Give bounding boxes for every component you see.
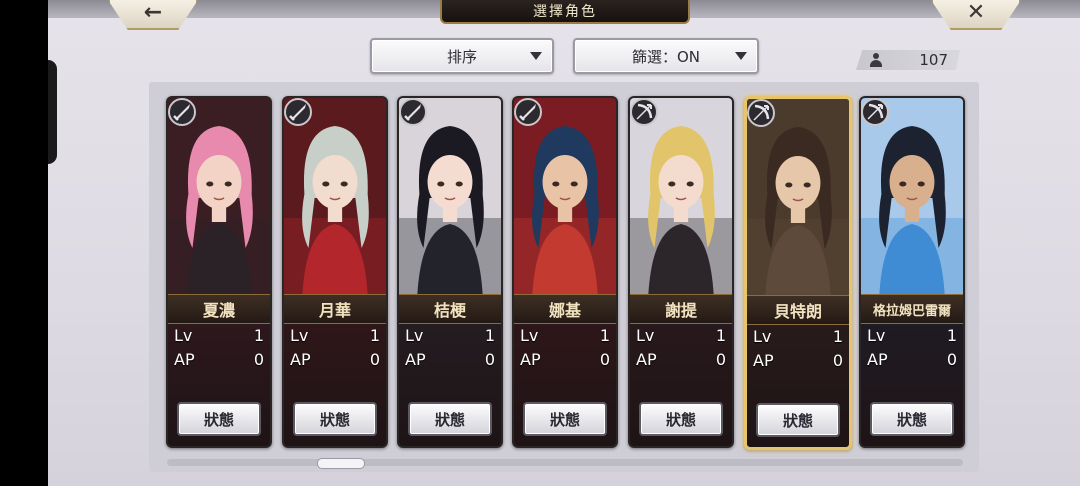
level-value: 1 (253, 326, 264, 345)
back-arrow-icon: ← (143, 0, 163, 25)
character-card[interactable]: 貝特朗 Lv 1 AP 0 狀態 (744, 96, 852, 450)
character-stats: Lv 1 AP 0 狀態 (284, 322, 386, 446)
ap-label: AP (867, 350, 888, 369)
status-button[interactable]: 狀態 (639, 402, 723, 436)
level-value: 1 (369, 326, 380, 345)
chevron-down-icon (735, 52, 747, 60)
status-button[interactable]: 狀態 (177, 402, 261, 436)
bow-icon (630, 98, 658, 126)
character-stats: Lv 1 AP 0 狀態 (630, 322, 732, 446)
ap-value: 0 (946, 350, 957, 369)
character-card[interactable]: 格拉姆巴雷爾 Lv 1 AP 0 狀態 (859, 96, 965, 448)
character-count: 107 (856, 50, 960, 70)
ap-value: 0 (484, 350, 495, 369)
filter-dropdown-label: 篩選：ON (631, 47, 701, 66)
close-icon: ✕ (966, 0, 986, 25)
status-button[interactable]: 狀態 (756, 403, 840, 437)
level-row: Lv 1 (636, 326, 726, 346)
ap-value: 0 (369, 350, 380, 369)
level-label: Lv (636, 326, 655, 345)
game-screen: ← 選擇角色 ✕ 排序 篩選：ON 107 夏濃 Lv 1 AP 0 狀態 月華 Lv 1 AP 0… (48, 0, 1080, 486)
ap-label: AP (520, 350, 541, 369)
screen-edge-notch (48, 60, 57, 164)
level-label: Lv (290, 326, 309, 345)
horizontal-scrollbar[interactable] (167, 458, 963, 469)
ap-row: AP 0 (290, 350, 380, 370)
ap-row: AP 0 (867, 350, 957, 370)
ap-value: 0 (599, 350, 610, 369)
ap-value: 0 (832, 351, 843, 370)
level-value: 1 (715, 326, 726, 345)
character-name: 娜基 (514, 294, 616, 324)
character-name: 貝特朗 (747, 295, 849, 325)
sword-icon (168, 98, 196, 126)
bow-icon (861, 98, 889, 126)
ap-label: AP (174, 350, 195, 369)
filter-dropdown[interactable]: 篩選：ON (573, 38, 759, 74)
sort-dropdown[interactable]: 排序 (370, 38, 554, 74)
character-stats: Lv 1 AP 0 狀態 (747, 323, 849, 447)
ap-label: AP (290, 350, 311, 369)
ap-label: AP (405, 350, 426, 369)
bow-icon (747, 99, 775, 127)
level-value: 1 (946, 326, 957, 345)
status-button[interactable]: 狀態 (870, 402, 954, 436)
ap-value: 0 (253, 350, 264, 369)
ap-value: 0 (715, 350, 726, 369)
status-button[interactable]: 狀態 (408, 402, 492, 436)
character-card[interactable]: 夏濃 Lv 1 AP 0 狀態 (166, 96, 272, 448)
sword-icon (399, 98, 427, 126)
level-label: Lv (520, 326, 539, 345)
level-row: Lv 1 (753, 327, 843, 347)
level-row: Lv 1 (174, 326, 264, 346)
scrollbar-thumb[interactable] (317, 458, 365, 469)
level-value: 1 (484, 326, 495, 345)
level-label: Lv (405, 326, 424, 345)
ap-row: AP 0 (636, 350, 726, 370)
sword-icon (514, 98, 542, 126)
level-value: 1 (599, 326, 610, 345)
chevron-down-icon (530, 52, 542, 60)
character-card[interactable]: 桔梗 Lv 1 AP 0 狀態 (397, 96, 503, 448)
back-button[interactable]: ← (108, 0, 198, 30)
character-card[interactable]: 月華 Lv 1 AP 0 狀態 (282, 96, 388, 448)
screen-title: 選擇角色 (440, 0, 690, 24)
character-count-value: 107 (919, 51, 948, 69)
level-value: 1 (832, 327, 843, 346)
character-name: 桔梗 (399, 294, 501, 324)
ap-row: AP 0 (405, 350, 495, 370)
ap-label: AP (753, 351, 774, 370)
character-stats: Lv 1 AP 0 狀態 (168, 322, 270, 446)
sword-icon (284, 98, 312, 126)
ap-row: AP 0 (174, 350, 264, 370)
status-button[interactable]: 狀態 (523, 402, 607, 436)
close-button[interactable]: ✕ (931, 0, 1021, 30)
level-label: Lv (867, 326, 886, 345)
character-stats: Lv 1 AP 0 狀態 (514, 322, 616, 446)
level-row: Lv 1 (867, 326, 957, 346)
ap-label: AP (636, 350, 657, 369)
level-label: Lv (174, 326, 193, 345)
character-card[interactable]: 娜基 Lv 1 AP 0 狀態 (512, 96, 618, 448)
level-row: Lv 1 (290, 326, 380, 346)
character-name: 格拉姆巴雷爾 (861, 294, 963, 324)
person-icon (870, 53, 882, 67)
character-card[interactable]: 謝提 Lv 1 AP 0 狀態 (628, 96, 734, 448)
character-name: 月華 (284, 294, 386, 324)
character-stats: Lv 1 AP 0 狀態 (861, 322, 963, 446)
status-button[interactable]: 狀態 (293, 402, 377, 436)
ap-row: AP 0 (753, 351, 843, 371)
character-stats: Lv 1 AP 0 狀態 (399, 322, 501, 446)
level-label: Lv (753, 327, 772, 346)
level-row: Lv 1 (405, 326, 495, 346)
level-row: Lv 1 (520, 326, 610, 346)
character-name: 謝提 (630, 294, 732, 324)
character-name: 夏濃 (168, 294, 270, 324)
ap-row: AP 0 (520, 350, 610, 370)
sort-dropdown-label: 排序 (446, 47, 477, 66)
